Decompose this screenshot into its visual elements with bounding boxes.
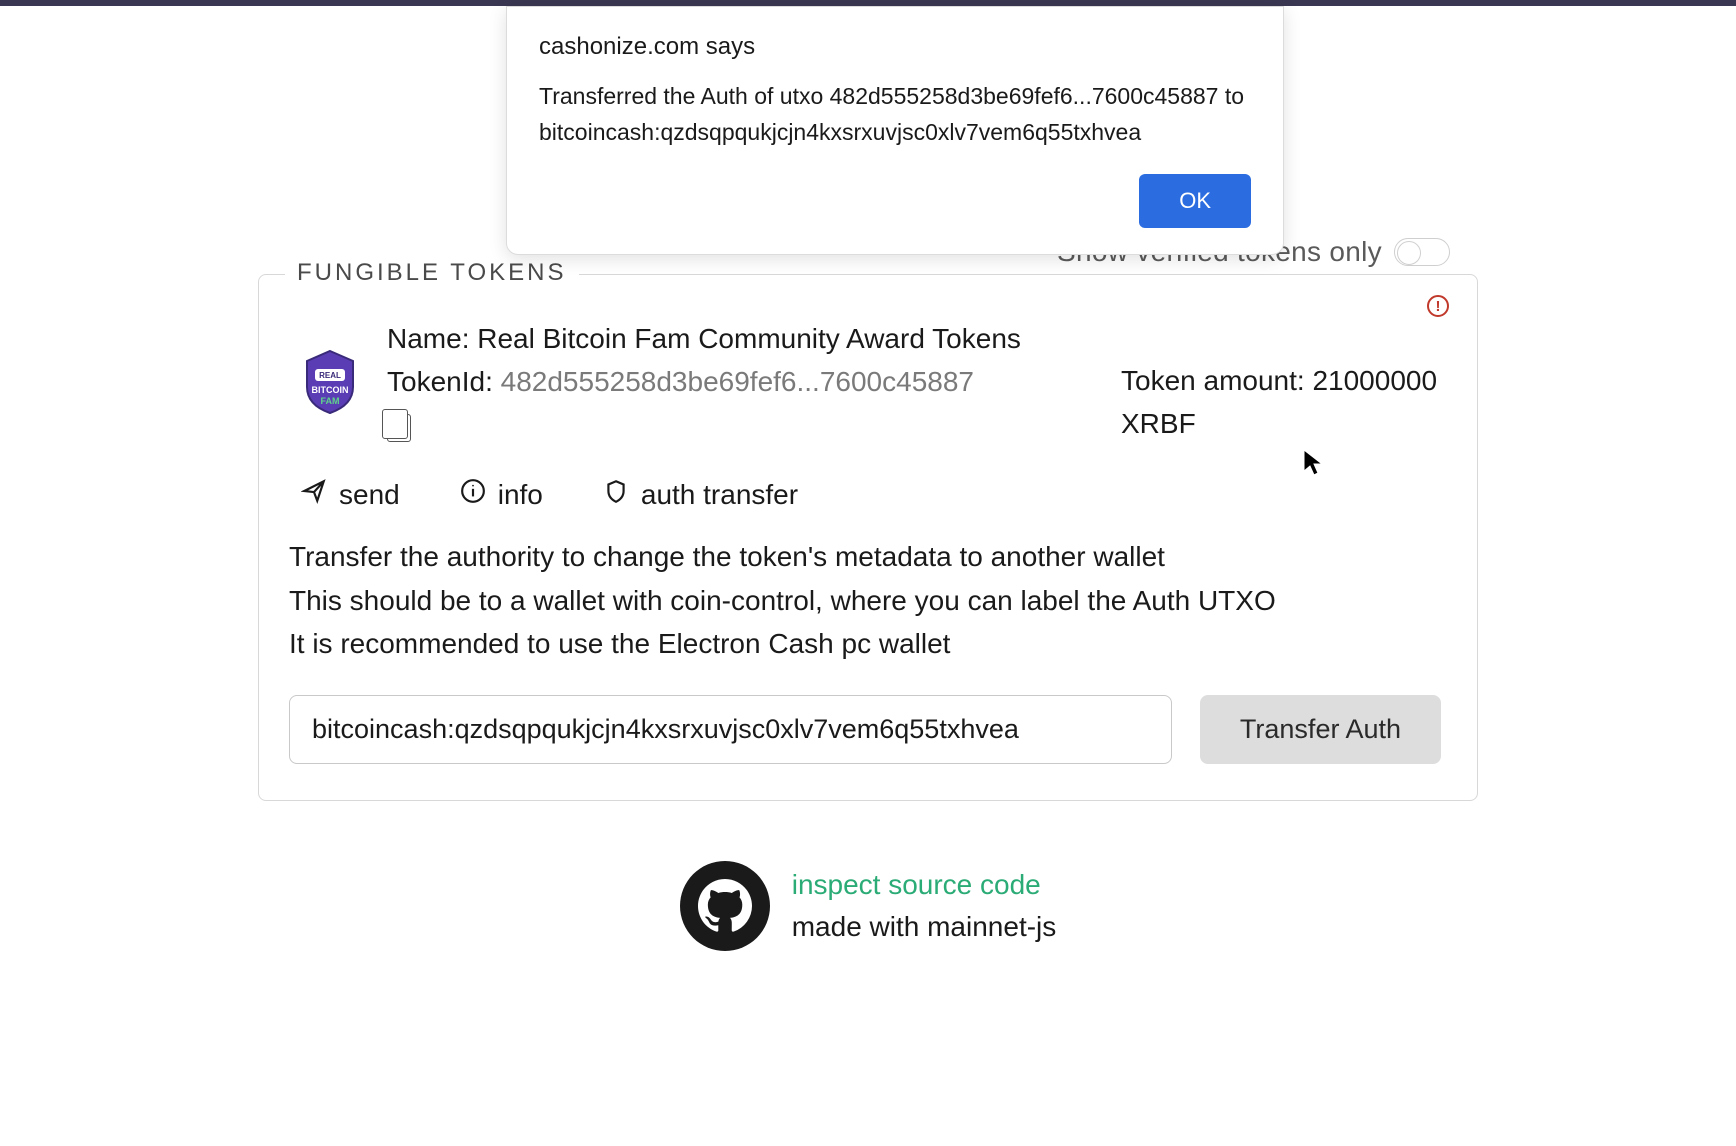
destination-address-input[interactable] (289, 695, 1172, 764)
token-name-line: Name: Real Bitcoin Fam Community Award T… (387, 317, 1099, 360)
alert-origin: cashonize.com says (539, 33, 1251, 61)
auth-desc-line2: This should be to a wallet with coin-con… (289, 579, 1441, 622)
auth-transfer-action[interactable]: auth transfer (603, 478, 798, 511)
token-id: 482d555258d3be69fef6...7600c45887 (501, 366, 974, 397)
svg-text:FAM: FAM (321, 396, 340, 406)
alert-message: Transferred the Auth of utxo 482d555258d… (539, 79, 1251, 150)
token-symbol: XRBF (1121, 402, 1441, 445)
token-row: REAL BITCOIN FAM Name: Real Bitcoin Fam … (295, 317, 1441, 454)
token-meta: Name: Real Bitcoin Fam Community Award T… (387, 317, 1099, 454)
send-action[interactable]: send (301, 478, 400, 511)
footer-text: inspect source code made with mainnet-js (792, 864, 1057, 948)
auth-transfer-description: Transfer the authority to change the tok… (289, 535, 1441, 665)
info-icon (460, 478, 486, 511)
token-logo: REAL BITCOIN FAM (295, 347, 365, 417)
token-name: Real Bitcoin Fam Community Award Tokens (477, 323, 1021, 354)
info-action[interactable]: info (460, 478, 543, 511)
svg-text:BITCOIN: BITCOIN (312, 385, 349, 395)
alert-dialog: cashonize.com says Transferred the Auth … (506, 6, 1284, 255)
token-id-line: TokenId: 482d555258d3be69fef6...7600c458… (387, 360, 1099, 403)
made-with-label: made with mainnet-js (792, 906, 1057, 948)
verified-tokens-toggle[interactable] (1394, 238, 1450, 266)
token-amount-prefix: Token amount: (1121, 365, 1312, 396)
svg-text:REAL: REAL (319, 371, 341, 380)
token-amount: 21000000 (1312, 365, 1437, 396)
auth-transfer-label: auth transfer (641, 479, 798, 511)
send-icon (301, 478, 327, 511)
auth-desc-line3: It is recommended to use the Electron Ca… (289, 622, 1441, 665)
token-actions: send info auth transfer (301, 478, 1441, 511)
fungible-tokens-card: FUNGIBLE TOKENS ! REAL BITCOIN FAM Name:… (258, 274, 1478, 801)
copy-icon[interactable] (387, 414, 411, 442)
github-icon[interactable] (680, 861, 770, 951)
transfer-auth-button[interactable]: Transfer Auth (1200, 695, 1441, 764)
transfer-row: Transfer Auth (289, 695, 1441, 764)
token-name-prefix: Name: (387, 323, 477, 354)
send-label: send (339, 479, 400, 511)
auth-desc-line1: Transfer the authority to change the tok… (289, 535, 1441, 578)
token-amount-block: Token amount: 21000000 XRBF (1121, 317, 1441, 446)
alert-ok-button[interactable]: OK (1139, 174, 1251, 228)
warning-icon[interactable]: ! (1427, 295, 1449, 317)
info-label: info (498, 479, 543, 511)
token-amount-line: Token amount: 21000000 (1121, 359, 1441, 402)
inspect-source-link[interactable]: inspect source code (792, 864, 1057, 906)
alert-actions: OK (539, 174, 1251, 228)
footer: inspect source code made with mainnet-js (680, 861, 1057, 951)
section-legend: FUNGIBLE TOKENS (285, 259, 579, 287)
shield-icon (603, 478, 629, 511)
token-id-prefix: TokenId: (387, 366, 501, 397)
